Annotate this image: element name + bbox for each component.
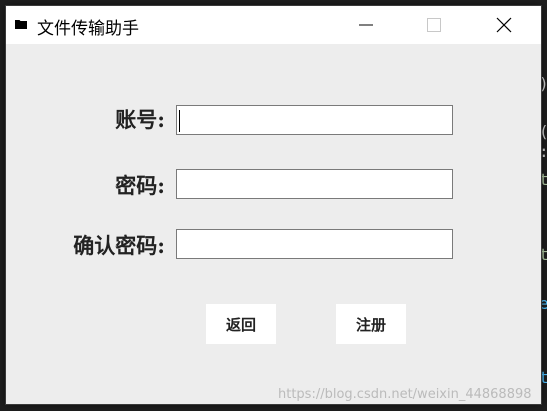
- maximize-button[interactable]: [406, 6, 462, 44]
- window-title: 文件传输助手: [37, 19, 139, 39]
- maximize-icon: [427, 18, 441, 32]
- minimize-button[interactable]: [338, 6, 394, 44]
- folder-icon: [15, 20, 27, 29]
- register-button[interactable]: 注册: [336, 304, 406, 344]
- confirm-password-label: 确认密码:: [73, 233, 165, 258]
- register-window: 文件传输助手 账号: 密码: 确认密码: 返回 注册 https://blog.…: [6, 6, 541, 404]
- minimize-icon: [359, 24, 373, 26]
- back-button[interactable]: 返回: [206, 304, 276, 344]
- confirm-password-input[interactable]: [176, 229, 453, 259]
- desktop: ) ( : t t e t 文件传输助手: [0, 0, 547, 411]
- account-input[interactable]: [176, 105, 453, 135]
- title-bar[interactable]: 文件传输助手: [6, 6, 541, 44]
- password-label: 密码:: [115, 173, 165, 198]
- close-icon: [496, 17, 512, 33]
- watermark: https://blog.csdn.net/weixin_44868898: [278, 387, 532, 402]
- text-caret: [179, 110, 180, 132]
- password-input[interactable]: [176, 169, 453, 199]
- close-button[interactable]: [476, 6, 532, 44]
- account-label: 账号:: [115, 107, 165, 132]
